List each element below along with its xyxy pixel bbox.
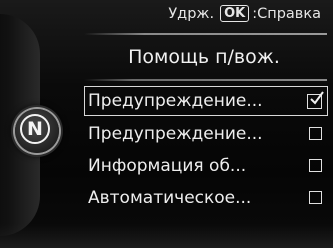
header-divider	[84, 33, 327, 35]
cluster-display: N Удрж. OK :Справка Помощь п/вож. Предуп…	[0, 0, 333, 248]
checkmark-icon	[310, 90, 324, 105]
menu-item-3[interactable]: Информация об...	[84, 151, 328, 180]
menu-item-2[interactable]: Предупреждение...	[84, 119, 328, 148]
checkbox-checked-icon[interactable]	[307, 90, 324, 109]
ok-key-icon: OK	[220, 5, 250, 22]
bottom-fade	[0, 224, 333, 248]
hint-action-text: :Справка	[252, 5, 321, 22]
menu-item-label: Предупреждение...	[88, 123, 263, 144]
checkbox-empty-icon[interactable]	[309, 127, 322, 140]
menu-item-label: Автоматическое...	[88, 187, 252, 208]
menu-item-label: Информация об...	[88, 155, 247, 176]
gear-ring: N	[20, 114, 50, 144]
hint-bar: Удрж. OK :Справка	[168, 5, 321, 22]
menu-item-label: Предупреждение...	[88, 91, 263, 111]
page-title: Помощь п/вож.	[128, 46, 280, 68]
checkbox-empty-icon[interactable]	[309, 159, 322, 172]
menu-list: Предупреждение... Предупреждение... Инфо…	[84, 86, 328, 215]
menu-item-4[interactable]: Автоматическое...	[84, 183, 328, 212]
hint-hold-text: Удрж.	[168, 5, 215, 22]
gear-letter: N	[27, 118, 43, 140]
gear-position-indicator-icon: N	[15, 109, 59, 153]
title-divider	[84, 79, 327, 81]
menu-item-1[interactable]: Предупреждение...	[84, 86, 328, 116]
checkbox-empty-icon[interactable]	[309, 191, 322, 204]
